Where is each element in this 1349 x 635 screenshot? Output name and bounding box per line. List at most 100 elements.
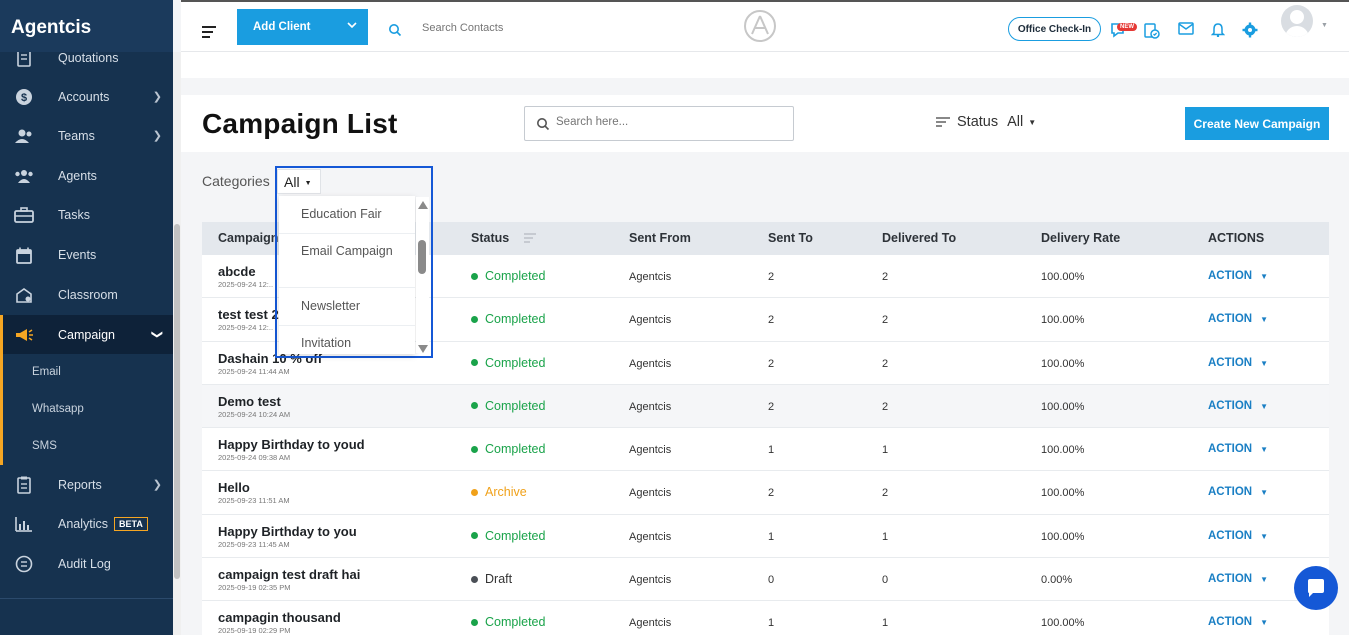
chevron-down-icon[interactable]	[346, 19, 358, 34]
sidebar-item-teams[interactable]: Teams ❯	[0, 116, 173, 156]
table-row[interactable]: Hello 2025-09-23 11:51 AM Archive Agentcis 2…	[202, 471, 1329, 515]
col-sent-from[interactable]: Sent From	[629, 231, 691, 245]
status-text: Completed	[485, 528, 546, 543]
dropdown-option-email-campaign[interactable]: Email Campaign	[279, 242, 415, 288]
caret-down-icon[interactable]: ▼	[1028, 118, 1036, 127]
sidebar-item-audit-log[interactable]: Audit Log	[0, 544, 173, 584]
sidebar-item-agents[interactable]: Agents	[0, 156, 173, 196]
sidebar-subitem-email[interactable]: Email	[0, 354, 173, 391]
sidebar-item-reports[interactable]: Reports ❯	[0, 465, 173, 505]
status-dot	[471, 402, 478, 410]
campaign-search[interactable]	[524, 106, 794, 141]
delivered-to: 1	[882, 617, 889, 630]
campaign-name[interactable]: abcde	[218, 264, 256, 279]
sidebar-item-events[interactable]: Events	[0, 235, 173, 275]
dropdown-scrollbar[interactable]	[416, 197, 429, 353]
action-dropdown-button[interactable]: ACTION ▼	[1208, 270, 1268, 282]
avatar[interactable]	[1281, 5, 1313, 37]
campaign-name[interactable]: campaign test draft hai	[218, 567, 360, 582]
create-campaign-button[interactable]: Create New Campaign	[1185, 107, 1329, 140]
sidebar-item-label: Agents	[58, 169, 97, 183]
add-client-button[interactable]: Add Client	[237, 9, 368, 45]
sidebar-item-tasks[interactable]: Tasks	[0, 195, 173, 235]
status-dot	[471, 532, 478, 540]
caret-down-icon: ▼	[1260, 401, 1269, 411]
status-filter[interactable]: Status All ▼	[935, 114, 1036, 130]
campaign-name[interactable]: Happy Birthday to youd	[218, 437, 365, 452]
brand-logo[interactable]: Agentcis	[0, 0, 173, 52]
campaign-name[interactable]: Happy Birthday to you	[218, 524, 357, 539]
scrollbar-thumb[interactable]	[418, 240, 426, 274]
campaign-name[interactable]: Hello	[218, 480, 250, 495]
col-sent-to[interactable]: Sent To	[768, 231, 813, 245]
status-filter-value[interactable]: All	[1007, 114, 1023, 130]
dropdown-option-education-fair[interactable]: Education Fair	[279, 205, 415, 234]
action-label: ACTION	[1208, 270, 1253, 282]
campaign-name[interactable]: Demo test	[218, 394, 281, 409]
checklist-icon[interactable]	[1143, 22, 1160, 44]
campaign-search-input[interactable]	[556, 116, 776, 128]
analytics-icon	[14, 514, 34, 534]
action-dropdown-button[interactable]: ACTION ▼	[1208, 313, 1268, 325]
table-row[interactable]: Happy Birthday to you 2025-09-23 11:45 AM…	[202, 514, 1329, 559]
menu-toggle-icon[interactable]	[202, 26, 216, 41]
caret-down-icon: ▼	[1260, 272, 1269, 281]
table-row[interactable]: Happy Birthday to youd 2025-09-24 09:38 A…	[202, 428, 1329, 472]
mail-icon[interactable]	[1178, 22, 1194, 40]
action-dropdown-button[interactable]: ACTION ▼	[1208, 443, 1268, 455]
table-row[interactable]: campaign test draft hai 2025-09-19 02:35 …	[202, 558, 1329, 602]
dropdown-option-invitation[interactable]: Invitation	[279, 334, 415, 354]
action-dropdown-button[interactable]: ACTION ▼	[1208, 573, 1268, 585]
sidebar-item-accounts[interactable]: $ Accounts ❯	[0, 77, 173, 117]
action-dropdown-button[interactable]: ACTION ▼	[1208, 616, 1268, 628]
sidebar-subitem-sms[interactable]: SMS	[0, 428, 173, 465]
sent-from: Agentcis	[629, 444, 672, 457]
action-dropdown-button[interactable]: ACTION ▼	[1208, 357, 1268, 369]
add-client-label: Add Client	[253, 21, 311, 33]
sent-from: Agentcis	[629, 400, 672, 413]
action-label: ACTION	[1208, 486, 1253, 499]
sidebar-item-campaign[interactable]: Campaign ❯	[0, 315, 173, 355]
audit-icon	[14, 554, 34, 574]
table-row[interactable]: campagin thousand 2025-09-19 02:29 PM Comp…	[202, 601, 1329, 635]
scroll-up-arrow-icon[interactable]	[418, 201, 428, 209]
col-status[interactable]: Status	[471, 231, 509, 245]
sent-to: 1	[768, 444, 775, 457]
col-delivery-rate[interactable]: Delivery Rate	[1041, 231, 1120, 245]
bell-icon[interactable]	[1210, 22, 1226, 42]
page-title: Campaign List	[202, 108, 398, 139]
scroll-down-arrow-icon[interactable]	[418, 345, 428, 353]
chat-support-button[interactable]	[1294, 566, 1338, 610]
status-badge: Completed	[471, 269, 545, 283]
table-row[interactable]: Demo test 2025-09-24 10:24 AM Completed Age…	[202, 384, 1329, 429]
col-delivered-to[interactable]: Delivered To	[882, 231, 956, 245]
sidebar-item-analytics[interactable]: Analytics BETA	[0, 504, 173, 544]
campaign-name[interactable]: campagin thousand	[218, 610, 341, 625]
action-dropdown-button[interactable]: ACTION ▼	[1208, 400, 1268, 412]
search-icon	[537, 118, 550, 131]
sidebar-item-quotations[interactable]: Quotations	[0, 52, 173, 78]
sidebar-scrollbar[interactable]	[173, 52, 181, 635]
office-checkin-button[interactable]: Office Check-In	[1008, 17, 1101, 41]
action-dropdown-button[interactable]: ACTION ▼	[1208, 486, 1268, 498]
scrollbar-thumb[interactable]	[174, 224, 180, 579]
delivery-rate: 100.00%	[1041, 444, 1085, 457]
col-campaign[interactable]: Campaign	[218, 231, 278, 245]
new-badge: NEW	[1117, 23, 1137, 31]
action-label: ACTION	[1208, 443, 1253, 456]
action-label: ACTION	[1208, 529, 1253, 542]
sidebar-item-classroom[interactable]: Classroom	[0, 275, 173, 315]
status-badge: Completed	[471, 356, 545, 370]
dropdown-option-newsletter[interactable]: Newsletter	[279, 297, 415, 326]
sent-to: 0	[768, 574, 775, 587]
sort-icon[interactable]	[523, 232, 537, 247]
sidebar-item-label: Classroom	[58, 288, 118, 302]
search-contacts-input[interactable]	[422, 22, 582, 34]
chevron-down-icon[interactable]: ▼	[1321, 22, 1328, 29]
status-text: Completed	[485, 442, 546, 457]
campaign-name[interactable]: test test 2	[218, 307, 279, 322]
action-dropdown-button[interactable]: ACTION ▼	[1208, 530, 1268, 542]
gear-icon[interactable]	[1242, 22, 1258, 43]
sidebar-subitem-whatsapp[interactable]: Whatsapp	[0, 391, 173, 428]
search-icon[interactable]	[388, 23, 402, 42]
